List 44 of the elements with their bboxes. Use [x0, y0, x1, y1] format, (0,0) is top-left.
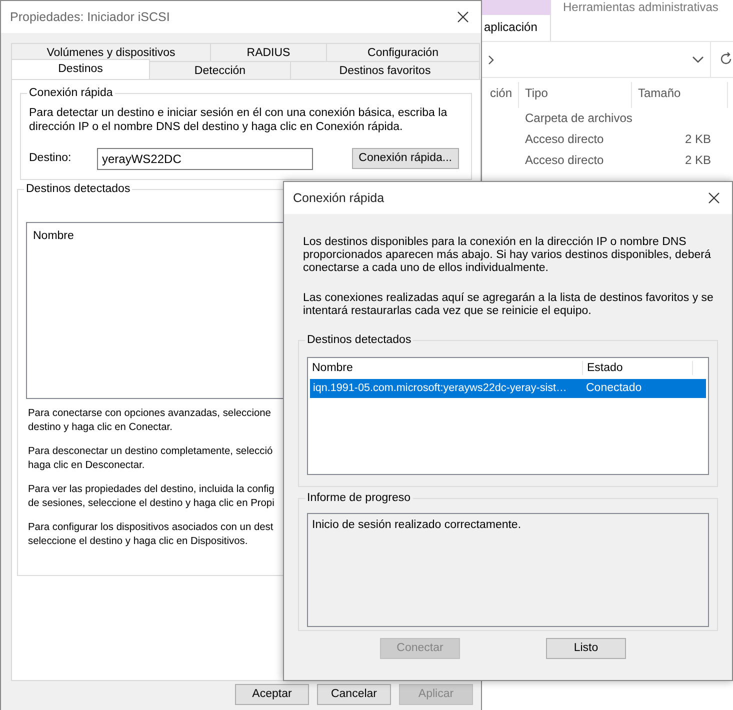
group-title: Informe de progreso: [306, 493, 412, 504]
refresh-icon[interactable]: [719, 52, 733, 66]
dialog-button[interactable]: Aceptar: [235, 684, 309, 705]
description-text: Para detectar un destino e iniciar sesión en él con una conexión básica, escriba la dirección IP o el nombre DNS del destino y haga clic en Conexión rápida.: [29, 106, 448, 134]
tab[interactable]: Destinos favoritos: [290, 61, 480, 79]
window-title: Conexión rápida: [293, 190, 384, 206]
window-title: Propiedades: Iniciador iSCSI: [10, 8, 170, 26]
column-header[interactable]: Tipo: [519, 82, 632, 108]
file-size-cell-text: 2 KB: [684, 152, 711, 168]
quick-connect-button[interactable]: Conexión rápida...: [352, 148, 459, 169]
dialog-button[interactable]: Listo: [546, 638, 626, 659]
tab[interactable]: Configuración: [326, 43, 480, 61]
chevron-down-icon[interactable]: [692, 56, 704, 64]
field-label: Destino:: [29, 151, 72, 166]
instruction-text: Para conectarse con opciones avanzadas, seleccione destino y haga clic en Conectar.: [28, 406, 272, 434]
file-type-cell-text: Acceso directo: [525, 132, 605, 148]
file-type-cell-text: Acceso directo: [525, 152, 605, 168]
progress-log: Inicio de sesión realizado correctamente.: [307, 512, 709, 626]
column-header[interactable]: Nombre: [308, 360, 583, 376]
close-icon: [457, 11, 469, 23]
file-size-cell-text: 2 KB: [684, 132, 711, 148]
tab[interactable]: Destinos: [11, 59, 150, 79]
tab[interactable]: Volúmenes y dispositivos: [11, 43, 211, 61]
dialog-button[interactable]: Cancelar: [317, 684, 391, 705]
instruction-text: Para configurar los dispositivos asociados con un dest seleccione el destino y haga clic en Dispositivos.: [28, 520, 274, 548]
description-text: Las conexiones realizadas aquí se agregarán a la lista de destinos favoritos y se intentará restaurarlas cada vez que se reinicie el equipo.: [303, 292, 714, 318]
column-header[interactable]: Estado: [583, 360, 693, 376]
ribbon-tab[interactable]: Herramientas administrativas: [551, 0, 718, 41]
list-view[interactable]: Nombre Estado iqn.1991-05.com.microsoft:yerayws22dc-yeray-sist… Conectado: [307, 356, 709, 474]
close-icon: [708, 192, 720, 204]
group-title: Conexión rápida: [28, 88, 114, 100]
group-title: Destinos detectados: [25, 184, 132, 196]
instruction-text: Para ver las propiedades del destino, incluida la config de sesiones, seleccione el destino y haga clic en Propi: [28, 482, 275, 510]
target-field[interactable]: yerayWS22DC: [97, 148, 313, 170]
ribbon-context-band: [481, 0, 551, 15]
list-row[interactable]: iqn.1991-05.com.microsoft:yerayws22dc-yeray-sist… Conectado: [310, 378, 706, 398]
list-box[interactable]: Nombre: [26, 222, 283, 398]
instruction-text: Para desconectar un destino completamente, selecció haga clic en Desconectar.: [28, 444, 274, 472]
chevron-right-icon: [487, 54, 495, 64]
column-header[interactable]: Nombre: [27, 222, 283, 250]
column-header[interactable]: Tamaño: [632, 82, 728, 108]
file-type-cell-text: Carpeta de archivos: [525, 110, 634, 126]
description-text: Los destinos disponibles para la conexión en la dirección IP o nombre DNS proporcionados aparecen más abajo. Si hay varios destinos disponibles, deberá conectarse a cada uno de ellos individualmente.: [303, 236, 712, 275]
group-title: Destinos detectados: [306, 335, 412, 346]
